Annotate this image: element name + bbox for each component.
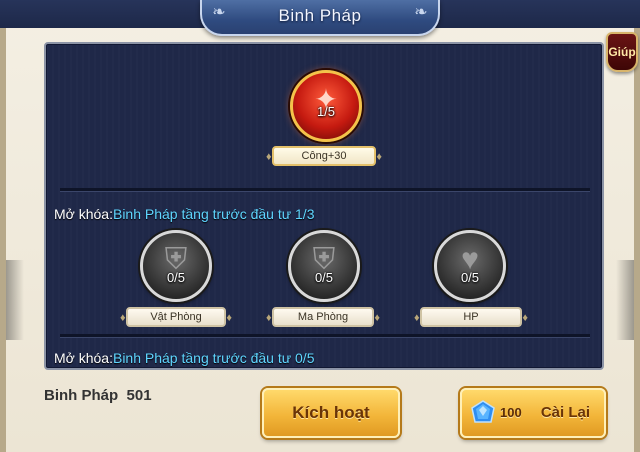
skill-node-hp[interactable]: ♥ 0/5 [434, 230, 506, 302]
reset-button[interactable]: 100 Cài Lại [460, 388, 606, 438]
blue-gem-icon [471, 400, 495, 423]
edge-shadow-left [6, 260, 24, 340]
unlock-label: Mở khóa: [54, 350, 113, 366]
points-label: Binh Pháp [44, 387, 119, 404]
unlock-requirement-text: Binh Pháp tầng trước đầu tư 0/5 [112, 350, 315, 366]
skill-tree-panel: ✦ 1/5 Công+30 Mở khóa:Binh Pháp tầng trư… [44, 42, 604, 370]
unlock-label: Mở khóa: [54, 206, 113, 222]
window-title: Binh Pháp [278, 6, 362, 25]
skill-node-physical-defense[interactable]: ⛨ 0/5 [140, 230, 212, 302]
skill-node-magic-defense[interactable]: ⛨ 0/5 [288, 230, 360, 302]
skill-progress: 0/5 [460, 270, 480, 285]
skill-node-attack[interactable]: ✦ 1/5 [290, 70, 362, 142]
stat-label-hp: HP [414, 307, 528, 327]
skill-progress: 0/5 [166, 270, 186, 285]
points-display: Binh Pháp 501 [44, 387, 152, 404]
edge-shadow-right [616, 260, 634, 340]
stat-label-magic-defense: Ma Phòng [266, 307, 380, 327]
tier-divider [60, 188, 590, 192]
activate-button-label: Kích hoạt [292, 403, 370, 422]
title-plate: ❧ Binh Pháp ❧ [200, 0, 440, 36]
help-button[interactable]: Giúp [606, 32, 638, 72]
title-ornament-left-icon: ❧ [212, 4, 226, 21]
tier-divider [60, 334, 590, 338]
skill-progress: 1/5 [316, 104, 336, 119]
reset-button-label: Cài Lại [540, 404, 590, 421]
points-value: 501 [126, 387, 152, 404]
unlock-requirement-text: Binh Pháp tầng trước đầu tư 1/3 [112, 206, 315, 222]
title-ornament-right-icon: ❧ [414, 4, 428, 21]
unlock-requirement-tier3: Mở khóa:Binh Pháp tầng trước đầu tư 0/5 [54, 350, 314, 366]
stat-label-attack: Công+30 [266, 146, 382, 166]
activate-button[interactable]: Kích hoạt [262, 388, 400, 438]
stat-label-physical-defense: Vật Phòng [120, 307, 232, 327]
reset-cost: 100 [500, 405, 522, 420]
skill-progress: 0/5 [314, 270, 334, 285]
unlock-requirement-tier2: Mở khóa:Binh Pháp tầng trước đầu tư 1/3 [54, 206, 314, 222]
